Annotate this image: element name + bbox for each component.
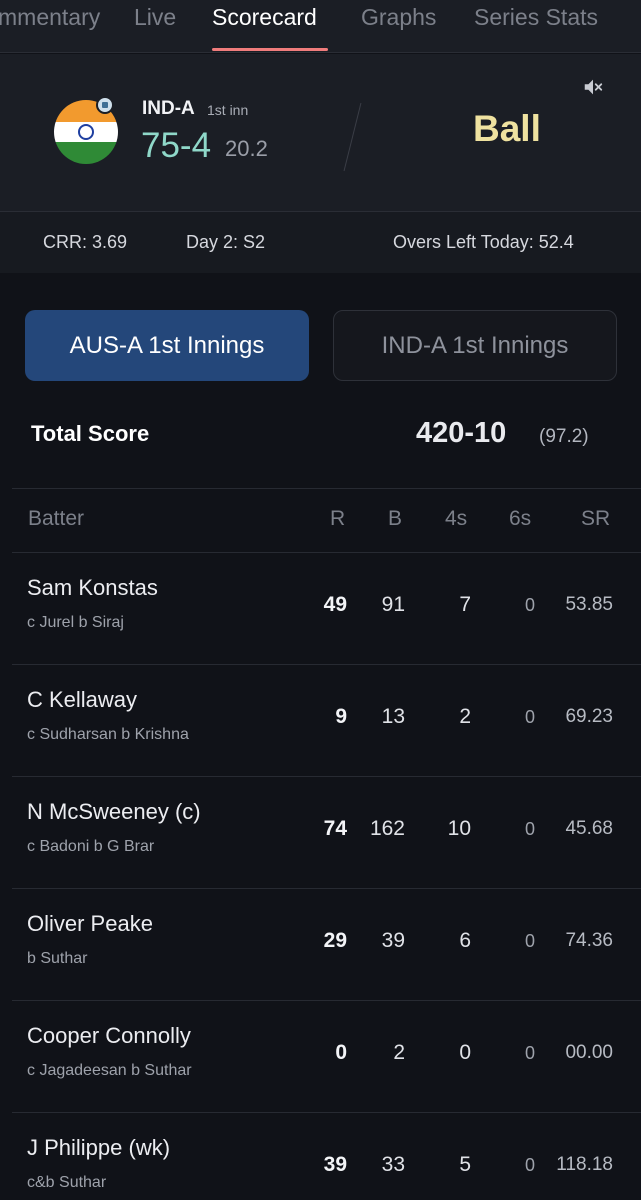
dismissal: c Jagadeesan b Suthar — [27, 1062, 192, 1079]
active-tab-indicator — [212, 48, 328, 51]
team-overs: 20.2 — [225, 136, 268, 161]
sixes: 0 — [524, 707, 535, 727]
batter-row[interactable]: Cooper Connolly c Jagadeesan b Suthar 0 … — [0, 1001, 641, 1113]
tab-scorecard[interactable]: Scorecard — [212, 4, 317, 31]
strike-rate: 74.36 — [565, 930, 613, 951]
batter-name[interactable]: N McSweeney (c) — [27, 799, 201, 825]
team-score: 75-4 — [141, 126, 212, 165]
runs: 29 — [323, 929, 347, 952]
balls: 2 — [393, 1041, 405, 1064]
batter-name[interactable]: C Kellaway — [27, 687, 137, 713]
batter-name[interactable]: Cooper Connolly — [27, 1023, 191, 1049]
header-fours: 4s — [445, 507, 468, 530]
fours: 6 — [459, 929, 471, 952]
top-tab-bar: mmentary Live Scorecard Graphs Series St… — [0, 0, 641, 53]
tab-live[interactable]: Live — [134, 4, 176, 31]
team-badge-icon — [96, 96, 114, 114]
runs: 0 — [335, 1041, 347, 1064]
batter-row[interactable]: Oliver Peake b Suthar 29 39 6 0 74.36 — [0, 889, 641, 1001]
overs-left-today: Overs Left Today: 52.4 — [393, 232, 574, 252]
balls: 13 — [381, 705, 405, 728]
innings-tab-aus-a[interactable]: AUS-A 1st Innings — [25, 310, 309, 381]
live-status: Ball — [473, 108, 541, 149]
dismissal: c Badoni b G Brar — [27, 838, 155, 855]
header-balls: B — [388, 507, 403, 530]
sixes: 0 — [524, 1043, 535, 1063]
header-runs: R — [330, 507, 346, 530]
speaker-muted-icon[interactable] — [582, 76, 604, 98]
tab-series-stats[interactable]: Series Stats — [474, 4, 598, 31]
sixes: 0 — [524, 931, 535, 951]
balls: 162 — [369, 817, 405, 840]
match-info-bar: CRR: 3.69 Day 2: S2 Overs Left Today: 52… — [0, 211, 641, 273]
dismissal: c Sudharsan b Krishna — [27, 726, 189, 743]
runs: 74 — [323, 817, 347, 840]
batter-row[interactable]: C Kellaway c Sudharsan b Krishna 9 13 2 … — [0, 665, 641, 777]
total-score-label: Total Score — [31, 421, 150, 446]
divider — [12, 488, 641, 489]
match-header: IND-A 1st inn 75-4 20.2 Ball — [0, 54, 641, 211]
header-divider — [343, 102, 362, 172]
current-run-rate: CRR: 3.69 — [43, 232, 128, 252]
fours: 7 — [459, 593, 471, 616]
innings-label: 1st inn — [207, 102, 249, 118]
batter-row[interactable]: J Philippe (wk) c&b Suthar 39 33 5 0 118… — [0, 1113, 641, 1200]
tab-graphs[interactable]: Graphs — [361, 4, 436, 31]
fours: 10 — [447, 817, 471, 840]
total-overs: (97.2) — [539, 426, 589, 447]
fours: 5 — [459, 1153, 471, 1176]
runs: 39 — [323, 1153, 347, 1176]
strike-rate: 118.18 — [556, 1154, 613, 1175]
sixes: 0 — [524, 819, 535, 839]
dismissal: c Jurel b Siraj — [27, 614, 124, 631]
tab-commentary[interactable]: mmentary — [0, 4, 100, 31]
fours: 0 — [459, 1041, 471, 1064]
dismissal: c&b Suthar — [27, 1174, 107, 1191]
batter-row[interactable]: N McSweeney (c) c Badoni b G Brar 74 162… — [0, 777, 641, 889]
total-score-value: 420-10 — [416, 417, 507, 449]
runs: 9 — [335, 705, 347, 728]
batter-name[interactable]: J Philippe (wk) — [27, 1135, 170, 1161]
team-name: IND-A — [142, 98, 195, 119]
strike-rate: 53.85 — [565, 594, 613, 615]
day-session: Day 2: S2 — [186, 232, 266, 252]
balls: 39 — [381, 929, 405, 952]
sixes: 0 — [524, 1155, 535, 1175]
batter-name[interactable]: Oliver Peake — [27, 911, 153, 937]
balls: 33 — [381, 1153, 405, 1176]
sixes: 0 — [524, 595, 535, 615]
header-strike-rate: SR — [581, 507, 611, 530]
fours: 2 — [459, 705, 471, 728]
balls: 91 — [381, 593, 405, 616]
strike-rate: 69.23 — [565, 706, 613, 727]
strike-rate: 00.00 — [565, 1042, 613, 1063]
header-sixes: 6s — [509, 507, 532, 530]
innings-tab-ind-a[interactable]: IND-A 1st Innings — [333, 310, 617, 381]
batter-name[interactable]: Sam Konstas — [27, 575, 158, 601]
strike-rate: 45.68 — [565, 818, 613, 839]
runs: 49 — [323, 593, 347, 616]
batter-row[interactable]: Sam Konstas c Jurel b Siraj 49 91 7 0 53… — [0, 553, 641, 665]
header-batter: Batter — [28, 507, 85, 530]
dismissal: b Suthar — [27, 950, 88, 967]
